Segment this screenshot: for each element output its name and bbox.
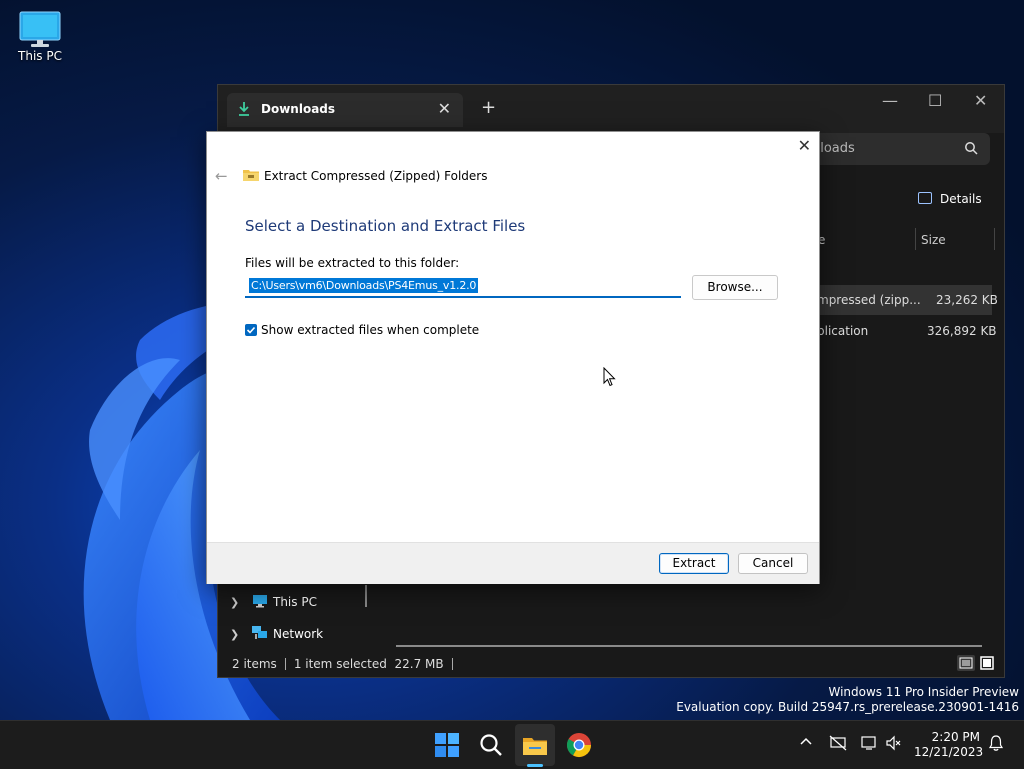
details-label: Details [940,192,982,206]
zip-folder-icon [243,168,259,181]
mouse-cursor-icon [603,367,616,387]
active-app-indicator [527,764,543,767]
status-selected: 1 item selected [293,657,387,671]
close-dialog-icon[interactable]: ✕ [798,136,811,155]
column-separator[interactable] [915,228,916,250]
extract-dialog: ✕ ← Extract Compressed (Zipped) Folders … [206,131,820,584]
network-tray-icon[interactable] [829,735,847,755]
extract-button[interactable]: Extract [659,553,729,574]
file-size-cell[interactable]: 326,892 KB [927,324,997,338]
cancel-button[interactable]: Cancel [738,553,808,574]
clock-time: 2:20 PM [931,730,980,744]
destination-path-input[interactable]: C:\Users\vm6\Downloads\PS4Emus_v1.2.0 [245,276,681,298]
show-files-label[interactable]: Show extracted files when complete [261,323,479,337]
back-arrow-icon[interactable]: ← [215,167,228,185]
file-type-cell[interactable]: mpressed (zipp... [817,293,921,307]
details-pane-icon [918,192,932,204]
status-bar: 2 items 1 item selected 22.7 MB [232,657,461,671]
close-tab-icon[interactable]: ✕ [438,99,451,118]
close-window-icon[interactable]: ✕ [974,91,987,110]
nav-item-network[interactable]: ❯ Network [230,626,323,641]
file-explorer-icon[interactable] [521,731,549,759]
desktop: This PC Windows 11 Pro Insider Preview E… [0,0,1024,720]
destination-label: Files will be extracted to this folder: [245,256,460,270]
dialog-footer: Extract Cancel [207,542,819,584]
explorer-titlebar: Downloads ✕ + — ☐ ✕ [218,85,1004,133]
file-size-cell[interactable]: 23,262 KB [936,293,998,307]
status-item-count: 2 items [232,657,277,671]
search-icon[interactable] [477,731,505,759]
show-files-checkbox[interactable] [245,324,257,336]
nav-label: Network [273,627,324,641]
details-button[interactable]: Details [918,192,982,206]
nav-label: This PC [273,595,317,609]
expand-chevron-icon[interactable]: ❯ [230,596,244,609]
tiles-view-icon[interactable] [978,655,996,671]
new-tab-icon[interactable]: + [481,97,496,118]
taskbar-clock[interactable]: 2:20 PM 12/21/2023 [914,730,984,760]
expand-chevron-icon[interactable]: ❯ [230,628,244,641]
maximize-icon[interactable]: ☐ [928,91,942,110]
search-box[interactable]: nloads [808,133,990,165]
windows-watermark: Windows 11 Pro Insider Preview Evaluatio… [676,685,1019,715]
notification-bell-icon[interactable] [988,734,1004,756]
network-icon [252,626,268,640]
column-separator[interactable] [994,228,995,250]
desktop-icon-this-pc[interactable]: This PC [12,8,68,63]
search-icon [964,141,978,158]
taskbar: 2:20 PM 12/21/2023 [0,720,1024,769]
monitor-icon [19,11,61,47]
destination-path-text: C:\Users\vm6\Downloads\PS4Emus_v1.2.0 [249,278,479,293]
dialog-title: Extract Compressed (Zipped) Folders [264,169,488,183]
clock-date: 12/21/2023 [914,745,984,759]
dialog-heading: Select a Destination and Extract Files [245,217,526,235]
status-size: 22.7 MB [394,657,444,671]
start-icon[interactable] [433,731,461,759]
monitor-icon [252,594,268,608]
download-icon [237,101,251,117]
chevron-up-icon[interactable] [800,735,812,750]
tab-title: Downloads [261,102,336,116]
view-toggle [954,655,996,674]
minimize-icon[interactable]: — [882,91,898,110]
watermark-line1: Windows 11 Pro Insider Preview [828,685,1019,699]
volume-muted-icon[interactable] [885,735,903,755]
file-type-cell[interactable]: plication [817,324,868,338]
nav-scrollbar[interactable] [365,585,367,607]
watermark-line2: Evaluation copy. Build 25947.rs_prerelea… [676,700,1019,714]
tab-downloads[interactable]: Downloads ✕ [227,93,463,127]
browse-button[interactable]: Browse... [692,275,778,300]
chrome-icon[interactable] [565,731,593,759]
desktop-icon-label: This PC [18,49,62,63]
display-tray-icon[interactable] [861,735,879,755]
details-view-icon[interactable] [957,655,975,671]
horizontal-scrollbar[interactable] [396,645,982,647]
column-header-size[interactable]: Size [921,233,946,247]
nav-item-this-pc[interactable]: ❯ This PC [230,594,317,609]
